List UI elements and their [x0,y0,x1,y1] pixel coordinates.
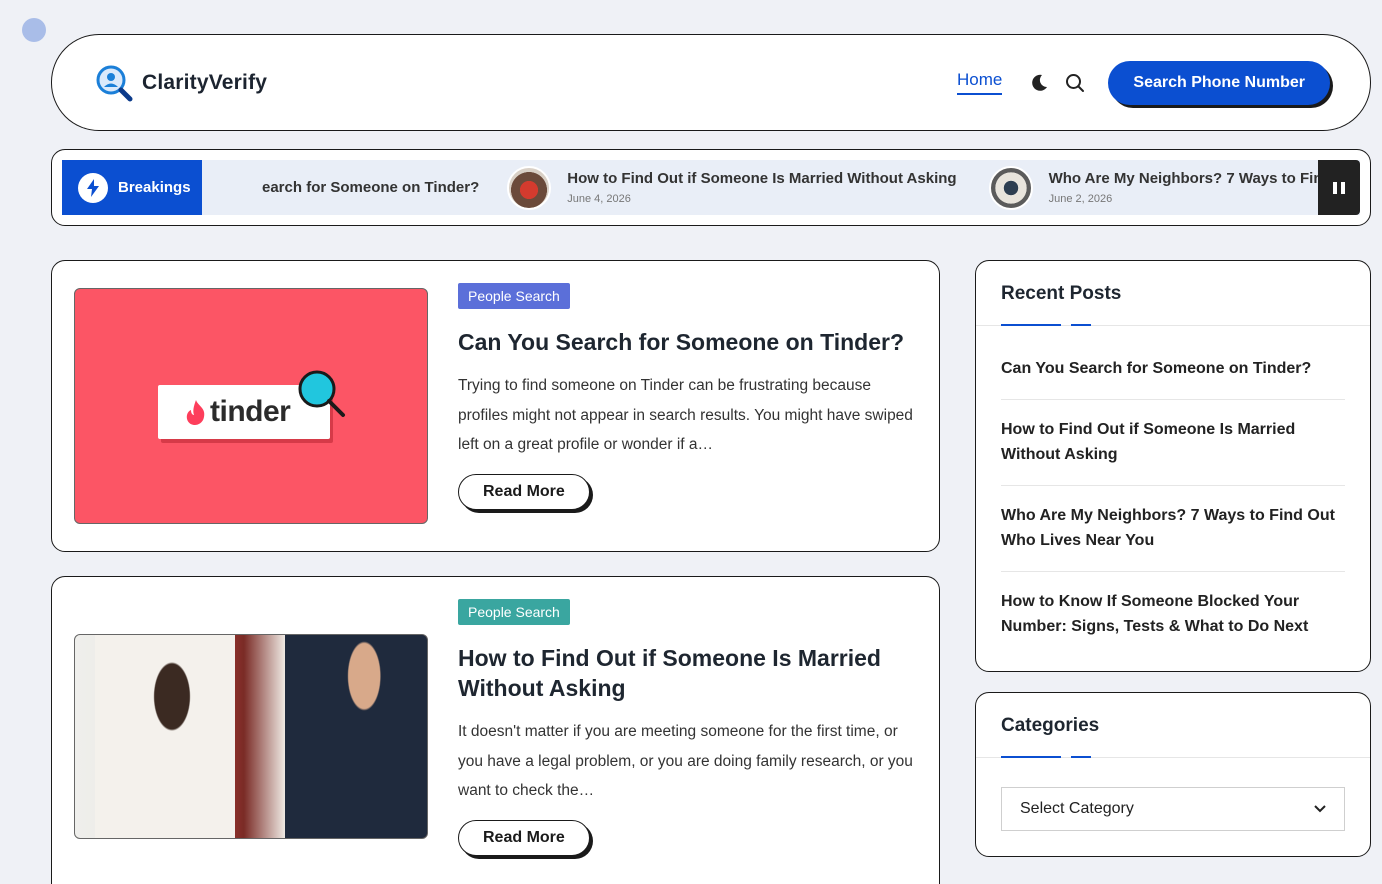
widget-header: Recent Posts [976,261,1370,326]
post-title[interactable]: Can You Search for Someone on Tinder? [458,327,915,357]
ticker-thumbnail [507,165,552,210]
title-underline-accent [1071,324,1091,326]
post-excerpt: Trying to find someone on Tinder can be … [458,377,913,453]
widget-header: Categories [976,693,1370,758]
recent-post-link[interactable]: How to Know If Someone Blocked Your Numb… [1001,572,1345,657]
post-body: People Search Can You Search for Someone… [458,283,915,510]
post-body: People Search How to Find Out if Someone… [458,599,915,856]
magnifier-icon [298,370,345,417]
select-value: Select Category [1020,800,1134,817]
floating-dot [22,18,46,42]
ticker-item-title: How to Find Out if Someone Is Married Wi… [567,170,957,187]
breaking-news-bar: Breakings earch for Someone on Tinder? H… [51,149,1371,226]
widget-title: Categories [1001,715,1100,736]
search-phone-button[interactable]: Search Phone Number [1108,60,1330,105]
bride-figure [95,635,235,838]
category-select[interactable]: Select Category [1001,787,1345,831]
recent-posts-list: Can You Search for Someone on Tinder? Ho… [976,326,1370,657]
read-more-button[interactable]: Read More [458,473,590,510]
post-image[interactable] [74,634,428,839]
title-underline [1001,324,1061,326]
post-card: People Search How to Find Out if Someone… [51,576,940,884]
groom-figure [285,635,427,838]
magnifier-logo-icon [96,65,133,101]
chevron-down-icon [1314,805,1326,813]
post-card: tinder People Search Can You Search for … [51,260,940,552]
nav-home-link[interactable]: Home [957,70,1003,95]
post-title[interactable]: How to Find Out if Someone Is Married Wi… [458,643,915,703]
ticker-thumbnail [988,165,1033,210]
ticker-track: Breakings earch for Someone on Tinder? H… [62,160,1360,215]
recent-post-link[interactable]: Who Are My Neighbors? 7 Ways to Find Out… [1001,486,1345,572]
recent-posts-widget: Recent Posts Can You Search for Someone … [975,260,1371,672]
lightning-icon [78,172,108,203]
widget-title: Recent Posts [1001,283,1122,304]
ticker-item[interactable]: How to Find Out if Someone Is Married Wi… [507,165,957,210]
flame-icon [186,400,205,425]
post-excerpt: It doesn't matter if you are meeting som… [458,723,913,799]
main-nav: Home Search Phone Number [957,60,1330,105]
read-more-button[interactable]: Read More [458,819,590,856]
moon-icon[interactable] [1028,72,1050,94]
ticker-item[interactable]: Who Are My Neighbors? 7 Ways to Find Out… [988,165,1360,210]
tinder-wordmark: tinder [210,395,291,428]
pause-button[interactable] [1318,160,1360,215]
pause-icon [1333,181,1345,194]
category-tag[interactable]: People Search [458,599,570,625]
category-tag[interactable]: People Search [458,283,570,309]
breakings-label: Breakings [62,160,202,215]
ticker-items: earch for Someone on Tinder? How to Find… [202,160,1360,215]
ticker-item-date: June 4, 2026 [567,193,631,205]
post-image[interactable]: tinder [74,288,428,524]
ticker-item-title: Who Are My Neighbors? 7 Ways to Find Out… [1048,170,1360,187]
recent-post-link[interactable]: How to Find Out if Someone Is Married Wi… [1001,400,1345,486]
site-header: ClarityVerify Home Search Phone Number [51,34,1371,131]
ticker-item-date: June 2, 2026 [1048,193,1113,205]
breakings-text: Breakings [118,179,191,196]
site-logo[interactable]: ClarityVerify [94,63,267,103]
logo-text: ClarityVerify [142,70,268,94]
title-underline-accent [1071,756,1091,758]
recent-post-link[interactable]: Can You Search for Someone on Tinder? [1001,340,1345,400]
search-icon[interactable] [1064,72,1086,94]
categories-widget: Categories Select Category [975,692,1371,857]
title-underline [1001,756,1061,758]
